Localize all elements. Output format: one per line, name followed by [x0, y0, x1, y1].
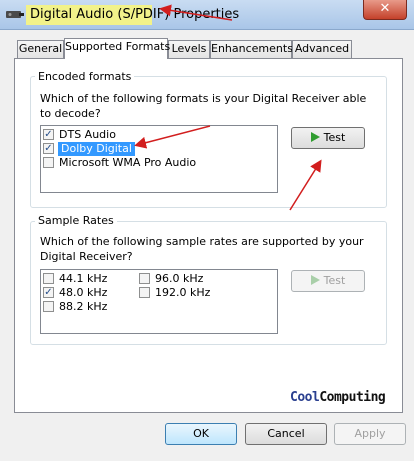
tab-enhancements[interactable]: Enhancements	[210, 40, 293, 58]
rate-label-192: 192.0 kHz	[155, 286, 211, 299]
play-icon	[310, 275, 320, 285]
sample-rates-legend: Sample Rates	[35, 214, 117, 227]
close-button[interactable]: ✕	[363, 0, 407, 20]
encoded-formats-legend: Encoded formats	[35, 70, 135, 83]
tab-general[interactable]: General	[17, 40, 64, 58]
tab-advanced[interactable]: Advanced	[292, 40, 352, 58]
rate-checkbox-88[interactable]	[43, 301, 54, 312]
encoded-formats-list[interactable]: ✓ DTS Audio ✓ Dolby Digital Microsoft WM…	[40, 125, 278, 193]
tab-levels[interactable]: Levels	[168, 40, 210, 58]
logo-part-computing: Computing	[319, 390, 386, 405]
rate-checkbox-192[interactable]	[139, 287, 150, 298]
format-checkbox-wma[interactable]	[43, 157, 54, 168]
rate-label-88: 88.2 kHz	[59, 300, 108, 313]
ok-button[interactable]: OK	[165, 423, 237, 445]
tab-supported-formats[interactable]: Supported Formats	[64, 38, 170, 59]
coolcomputing-logo: CoolComputing	[290, 390, 386, 405]
rate-label-96: 96.0 kHz	[155, 272, 204, 285]
rate-checkbox-44[interactable]	[43, 273, 54, 284]
format-checkbox-dts[interactable]: ✓	[43, 129, 54, 140]
tab-panel: Encoded formats Which of the following f…	[14, 58, 403, 413]
cancel-button[interactable]: Cancel	[245, 423, 327, 445]
encoded-formats-question: Which of the following formats is your D…	[40, 92, 367, 120]
rates-test-label: Test	[323, 274, 346, 287]
sample-rates-question: Which of the following sample rates are …	[40, 235, 364, 263]
encoded-test-label: Test	[323, 131, 346, 144]
sample-rates-list[interactable]: 44.1 kHz ✓ 48.0 kHz 88.2 kHz 96.0 kHz 19…	[40, 269, 278, 334]
format-label-wma: Microsoft WMA Pro Audio	[59, 156, 197, 169]
format-label-dolby: Dolby Digital	[58, 142, 135, 156]
title-bar[interactable]: Digital Audio (S/PDIF) Properties ✕	[0, 0, 414, 30]
format-checkbox-dolby[interactable]: ✓	[43, 143, 54, 154]
window-title: Digital Audio (S/PDIF) Properties	[30, 7, 240, 22]
rates-test-button[interactable]: Test	[291, 270, 365, 292]
encoded-test-button[interactable]: Test	[291, 127, 365, 149]
rate-checkbox-96[interactable]	[139, 273, 150, 284]
rate-label-44: 44.1 kHz	[59, 272, 108, 285]
close-icon: ✕	[379, 1, 391, 16]
logo-part-cool: Cool	[290, 390, 320, 405]
rate-label-48: 48.0 kHz	[59, 286, 108, 299]
speaker-icon	[6, 11, 24, 18]
rate-checkbox-48[interactable]: ✓	[43, 287, 54, 298]
apply-button[interactable]: Apply	[334, 423, 406, 445]
format-label-dts: DTS Audio	[59, 128, 116, 141]
play-icon	[310, 132, 320, 142]
